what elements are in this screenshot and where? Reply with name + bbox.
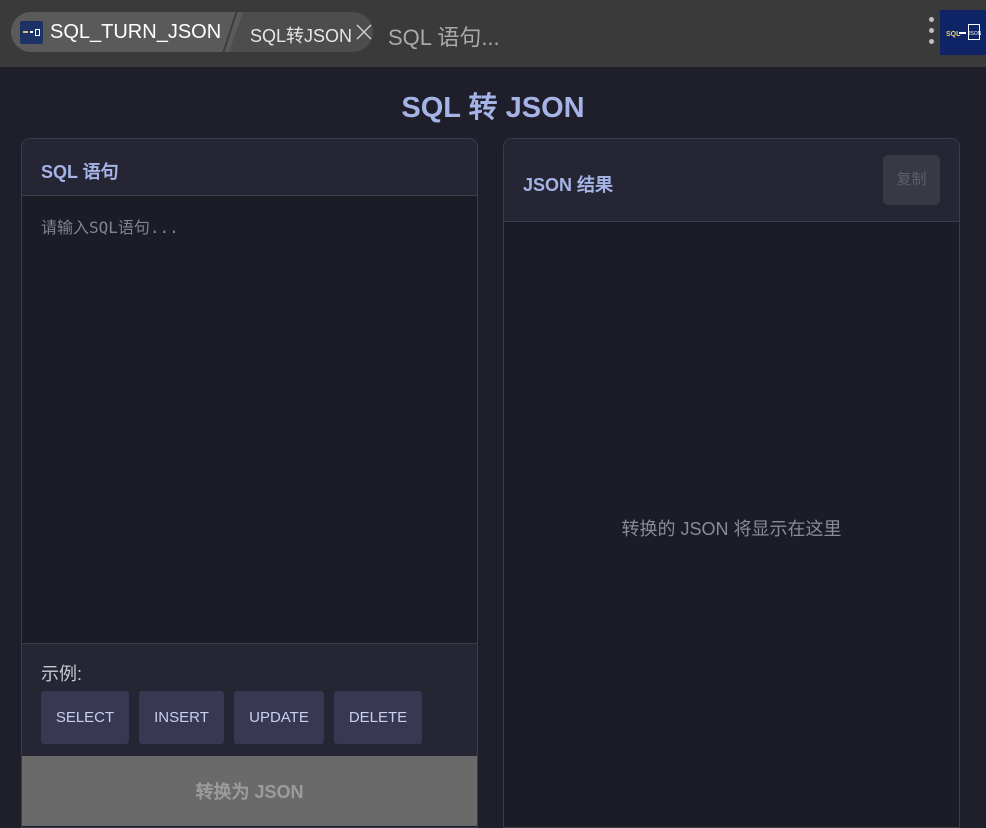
sql-panel-header: SQL 语句 xyxy=(22,139,477,196)
sql-to-json-logo-icon[interactable]: SQL JSON xyxy=(940,10,986,55)
example-update-button[interactable]: UPDATE xyxy=(234,691,324,744)
convert-button[interactable]: 转换为 JSON xyxy=(22,756,477,826)
example-delete-button[interactable]: DELETE xyxy=(334,691,422,744)
page-title: SQL 转 JSON xyxy=(401,92,585,124)
top-bar: SQL_TURN_JSON SQL转JSON SQL 语句... SQL JSO… xyxy=(0,0,986,67)
app-logo-icon xyxy=(20,21,43,44)
sql-panel: SQL 语句 示例: SELECT INSERT UPDATE DELETE 转… xyxy=(21,138,478,828)
app-title: SQL_TURN_JSON xyxy=(50,21,222,43)
examples-label: 示例: xyxy=(41,664,83,684)
sql-input[interactable] xyxy=(22,196,477,643)
close-icon[interactable] xyxy=(356,24,372,40)
example-insert-button[interactable]: INSERT xyxy=(139,691,224,744)
bar-hint-text: SQL 语句... xyxy=(388,25,500,50)
json-panel-heading: JSON 结果 xyxy=(523,175,614,195)
breadcrumb-app[interactable]: SQL_TURN_JSON xyxy=(11,12,243,52)
breadcrumb: SQL_TURN_JSON SQL转JSON xyxy=(11,12,373,52)
kebab-menu-icon[interactable] xyxy=(924,15,938,47)
sql-panel-heading: SQL 语句 xyxy=(41,162,119,182)
copy-button[interactable]: 复制 xyxy=(883,155,940,205)
json-panel: JSON 结果 复制 转换的 JSON 将显示在这里 xyxy=(503,138,960,828)
json-result-placeholder: 转换的 JSON 将显示在这里 xyxy=(621,519,842,539)
example-select-button[interactable]: SELECT xyxy=(41,691,129,744)
json-panel-header: JSON 结果 复制 xyxy=(504,139,959,222)
examples-section: 示例: SELECT INSERT UPDATE DELETE xyxy=(22,643,477,756)
breadcrumb-page-title[interactable]: SQL转JSON xyxy=(250,22,352,48)
